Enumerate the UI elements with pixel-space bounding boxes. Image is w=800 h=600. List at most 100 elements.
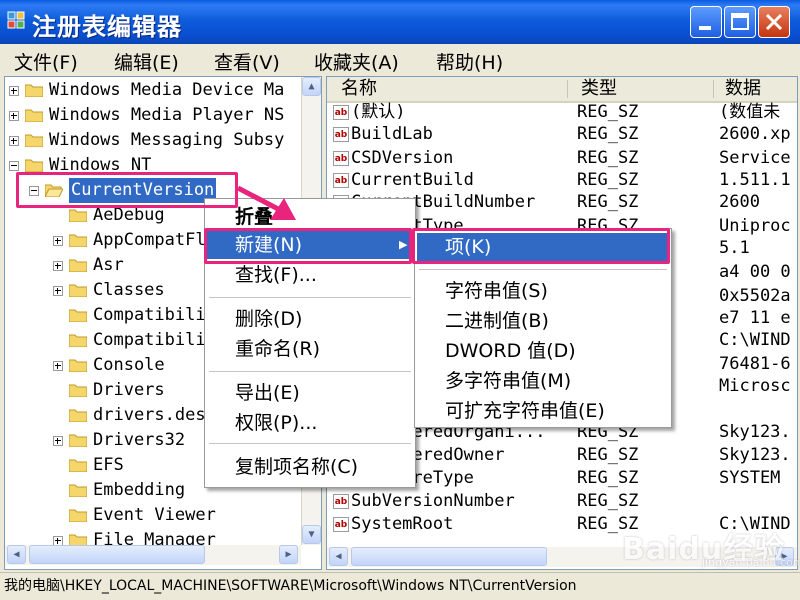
tree-item-label: Windows Messaging Subsy — [49, 130, 285, 150]
submenu-item-binary-value[interactable]: 二进制值(B) — [415, 307, 671, 335]
chevron-down-icon: ▼ — [308, 529, 315, 540]
menu-help[interactable]: 帮助(H) — [436, 48, 503, 75]
chevron-left-icon: ◀ — [13, 549, 20, 560]
tree-item-label: Drivers — [93, 380, 165, 400]
folder-icon — [69, 234, 87, 247]
menu-item-export[interactable]: 导出(E) — [205, 379, 415, 407]
close-icon — [765, 13, 783, 31]
submenu-item-string-value[interactable]: 字符串值(S) — [415, 277, 671, 305]
scroll-thumb[interactable] — [29, 545, 205, 564]
menu-item-label: 复制项名称(C) — [235, 456, 359, 478]
column-header-name[interactable]: 名称 — [327, 77, 567, 103]
expand-icon[interactable] — [53, 436, 63, 446]
menu-item-label: 多字符串值(M) — [445, 370, 572, 392]
menu-view[interactable]: 查看(V) — [214, 48, 280, 75]
expand-icon[interactable] — [53, 261, 63, 271]
value-data: 2600 — [719, 192, 760, 212]
folder-icon — [69, 509, 87, 522]
value-name: BuildLab — [351, 124, 433, 144]
value-data: 2600.xp — [719, 124, 791, 144]
menu-item-label: 二进制值(B) — [445, 310, 549, 332]
maximize-button[interactable] — [724, 6, 756, 38]
folder-icon — [69, 209, 87, 222]
value-data: Sky123. — [719, 422, 791, 442]
expand-icon[interactable] — [9, 136, 19, 146]
menu-favorites[interactable]: 收藏夹(A) — [314, 48, 399, 75]
column-divider[interactable] — [713, 80, 714, 98]
value-data: 76481-6 — [719, 354, 791, 374]
expand-icon[interactable] — [53, 286, 63, 296]
menu-item-find[interactable]: 查找(F)... — [205, 261, 415, 289]
list-item[interactable]: ab SubVersionNumber REG_SZ — [327, 490, 797, 513]
column-header-type[interactable]: 类型 — [567, 77, 713, 103]
minimize-icon — [699, 26, 711, 30]
column-header-data[interactable]: 数据 — [713, 77, 797, 103]
scroll-down-button[interactable]: ▼ — [302, 525, 321, 544]
expand-icon[interactable] — [53, 236, 63, 246]
expand-icon[interactable] — [9, 86, 19, 96]
annotation-box-current-version — [16, 172, 238, 208]
submenu-item-dword-value[interactable]: DWORD 值(D) — [415, 337, 671, 365]
column-divider[interactable] — [567, 80, 568, 98]
tree-item-label: Asr — [93, 255, 124, 275]
scroll-left-button[interactable]: ◀ — [329, 547, 348, 566]
expand-icon[interactable] — [53, 361, 63, 371]
column-header-label: 类型 — [581, 78, 617, 99]
menu-bar: 文件(F) 编辑(E) 查看(V) 收藏夹(A) 帮助(H) — [0, 44, 800, 74]
value-name: SystemRoot — [351, 514, 454, 534]
list-item[interactable]: ab CSDVersion REG_SZ Service — [327, 147, 797, 170]
scroll-up-button[interactable]: ▲ — [302, 77, 321, 96]
list-item[interactable]: ab CurrentBuild REG_SZ 1.511.1 — [327, 169, 797, 192]
scroll-thumb[interactable] — [351, 547, 547, 566]
menu-edit[interactable]: 编辑(E) — [114, 48, 179, 75]
folder-icon — [69, 334, 87, 347]
menu-separator — [209, 371, 411, 372]
annotation-box-key — [412, 228, 670, 264]
value-type: REG_SZ — [577, 124, 639, 144]
scroll-left-button[interactable]: ◀ — [7, 545, 26, 564]
expand-icon[interactable] — [9, 111, 19, 121]
value-type: REG_SZ — [577, 148, 639, 168]
tree-item-label: Classes — [93, 280, 165, 300]
status-bar: 我的电脑\HKEY_LOCAL_MACHINE\SOFTWARE\Microso… — [0, 572, 800, 600]
string-value-icon: ab — [333, 494, 349, 509]
value-data: a4 00 0 — [719, 262, 791, 282]
value-name: (默认) — [351, 102, 406, 122]
tree-item-label: Windows Media Device Ma — [49, 80, 285, 100]
menu-item-permissions[interactable]: 权限(P)... — [205, 409, 415, 437]
scroll-right-button[interactable]: ▶ — [279, 545, 298, 564]
close-button[interactable] — [758, 6, 790, 38]
watermark-url: jingyan.baidu.com — [702, 556, 800, 569]
value-name: CSDVersion — [351, 148, 454, 168]
value-type: REG_SZ — [577, 192, 639, 212]
tree-item-label: EFS — [93, 455, 124, 475]
folder-icon — [69, 309, 87, 322]
value-data: 0x5502a — [719, 286, 791, 306]
menu-item-copy-key-name[interactable]: 复制项名称(C) — [205, 453, 415, 481]
value-data: 1.511.1 — [719, 170, 791, 190]
submenu-item-expandable-string-value[interactable]: 可扩充字符串值(E) — [415, 397, 671, 425]
value-type: REG_SZ — [577, 445, 639, 465]
value-name: CurrentBuild — [351, 170, 474, 190]
value-data: Service — [719, 148, 791, 168]
status-path: 我的电脑\HKEY_LOCAL_MACHINE\SOFTWARE\Microso… — [4, 578, 577, 594]
chevron-up-icon: ▲ — [308, 81, 315, 92]
minimize-button[interactable] — [690, 6, 722, 38]
menu-item-delete[interactable]: 删除(D) — [205, 305, 415, 333]
string-value-icon: ab — [333, 127, 349, 142]
menu-separator — [419, 269, 667, 270]
value-data: Sky123. — [719, 445, 791, 465]
list-item[interactable]: ab (默认) REG_SZ (数值未 — [327, 101, 797, 124]
list-item[interactable]: ab BuildLab REG_SZ 2600.xp — [327, 123, 797, 146]
tree-item-label: drivers.desc — [93, 405, 216, 425]
registry-icon — [7, 11, 25, 29]
tree-horizontal-scrollbar[interactable]: ◀ ▶ — [5, 545, 301, 565]
menu-item-label: 重命名(R) — [235, 338, 321, 360]
value-data: 5.1 — [719, 238, 750, 258]
string-value-icon: ab — [333, 151, 349, 166]
submenu-item-multi-string-value[interactable]: 多字符串值(M) — [415, 367, 671, 395]
menu-file[interactable]: 文件(F) — [14, 48, 78, 75]
annotation-arrow-icon — [236, 185, 296, 220]
collapse-icon[interactable] — [9, 161, 19, 171]
menu-item-rename[interactable]: 重命名(R) — [205, 335, 415, 363]
